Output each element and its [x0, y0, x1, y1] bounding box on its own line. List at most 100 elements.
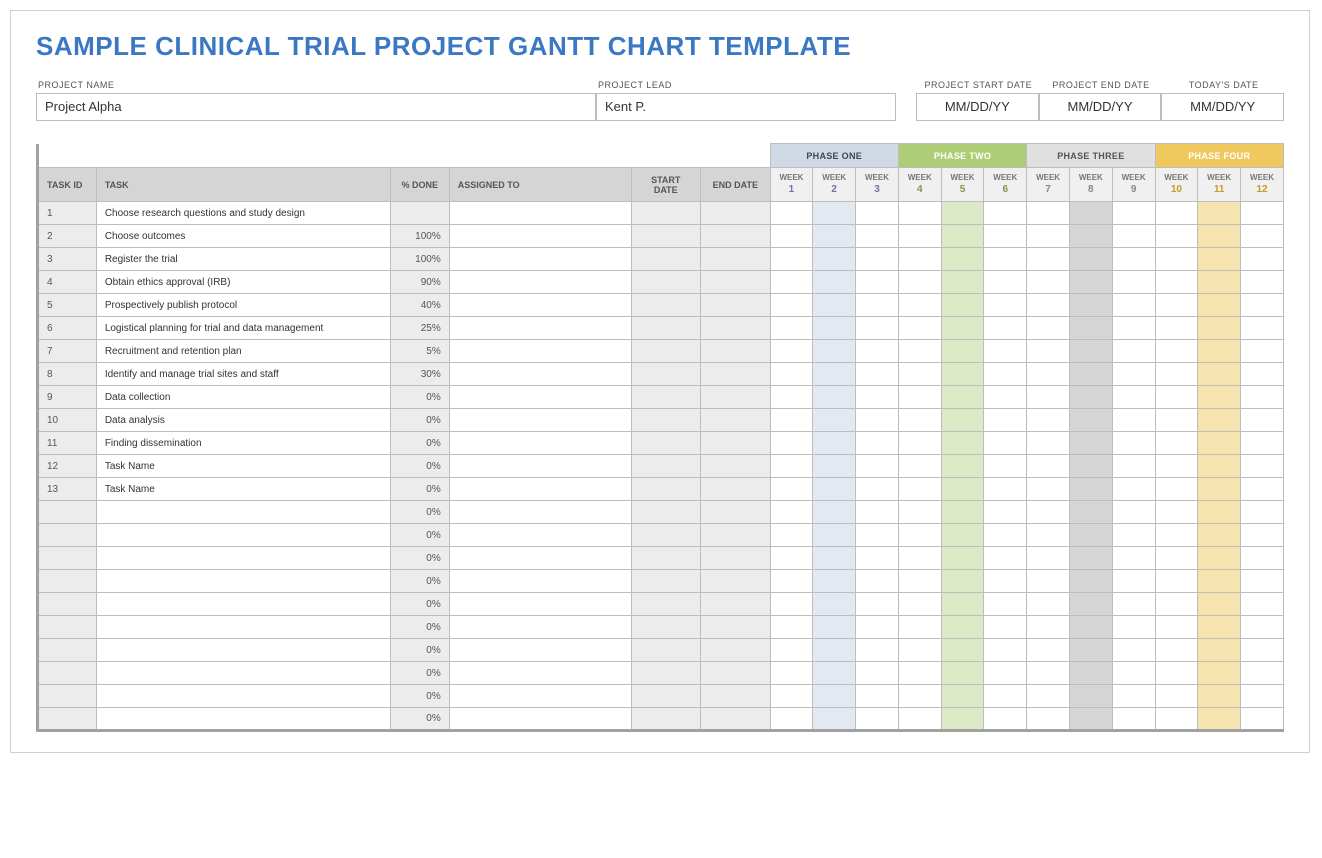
cell-task-name[interactable]: Task Name	[96, 478, 390, 501]
cell-start-date[interactable]	[631, 294, 701, 317]
cell-task-id[interactable]	[38, 547, 97, 570]
cell-end-date[interactable]	[701, 593, 771, 616]
cell-week-11[interactable]	[1198, 455, 1241, 478]
cell-week-4[interactable]	[898, 478, 941, 501]
cell-week-5[interactable]	[941, 524, 984, 547]
cell-week-6[interactable]	[984, 409, 1027, 432]
cell-task-id[interactable]: 9	[38, 386, 97, 409]
cell-week-6[interactable]	[984, 248, 1027, 271]
cell-week-8[interactable]	[1069, 386, 1112, 409]
cell-week-2[interactable]	[813, 639, 856, 662]
cell-week-9[interactable]	[1112, 386, 1155, 409]
task-row[interactable]: 4Obtain ethics approval (IRB)90%	[38, 271, 1284, 294]
cell-week-6[interactable]	[984, 639, 1027, 662]
cell-week-1[interactable]	[770, 363, 813, 386]
cell-assigned-to[interactable]	[449, 386, 631, 409]
cell-week-4[interactable]	[898, 294, 941, 317]
cell-end-date[interactable]	[701, 662, 771, 685]
cell-end-date[interactable]	[701, 570, 771, 593]
cell-start-date[interactable]	[631, 662, 701, 685]
cell-week-9[interactable]	[1112, 478, 1155, 501]
cell-week-12[interactable]	[1241, 340, 1284, 363]
cell-week-9[interactable]	[1112, 340, 1155, 363]
cell-week-5[interactable]	[941, 501, 984, 524]
cell-week-1[interactable]	[770, 708, 813, 731]
cell-pct-done[interactable]: 5%	[390, 340, 449, 363]
cell-week-10[interactable]	[1155, 225, 1198, 248]
cell-week-3[interactable]	[856, 432, 899, 455]
cell-week-2[interactable]	[813, 386, 856, 409]
cell-assigned-to[interactable]	[449, 294, 631, 317]
cell-end-date[interactable]	[701, 524, 771, 547]
cell-week-6[interactable]	[984, 432, 1027, 455]
cell-week-11[interactable]	[1198, 501, 1241, 524]
task-row[interactable]: 8Identify and manage trial sites and sta…	[38, 363, 1284, 386]
cell-week-10[interactable]	[1155, 639, 1198, 662]
cell-pct-done[interactable]: 0%	[390, 662, 449, 685]
cell-task-name[interactable]: Recruitment and retention plan	[96, 340, 390, 363]
cell-week-7[interactable]	[1027, 340, 1070, 363]
cell-week-12[interactable]	[1241, 685, 1284, 708]
cell-week-9[interactable]	[1112, 501, 1155, 524]
cell-week-9[interactable]	[1112, 317, 1155, 340]
cell-week-10[interactable]	[1155, 294, 1198, 317]
task-row[interactable]: 6Logistical planning for trial and data …	[38, 317, 1284, 340]
cell-week-6[interactable]	[984, 386, 1027, 409]
cell-task-id[interactable]: 5	[38, 294, 97, 317]
cell-week-7[interactable]	[1027, 409, 1070, 432]
cell-week-1[interactable]	[770, 248, 813, 271]
cell-week-3[interactable]	[856, 386, 899, 409]
cell-assigned-to[interactable]	[449, 248, 631, 271]
task-row[interactable]: 9Data collection0%	[38, 386, 1284, 409]
cell-week-9[interactable]	[1112, 409, 1155, 432]
cell-week-4[interactable]	[898, 455, 941, 478]
cell-assigned-to[interactable]	[449, 363, 631, 386]
cell-week-1[interactable]	[770, 639, 813, 662]
cell-start-date[interactable]	[631, 386, 701, 409]
cell-week-12[interactable]	[1241, 248, 1284, 271]
cell-week-2[interactable]	[813, 317, 856, 340]
cell-assigned-to[interactable]	[449, 662, 631, 685]
cell-week-12[interactable]	[1241, 202, 1284, 225]
cell-week-12[interactable]	[1241, 294, 1284, 317]
cell-week-2[interactable]	[813, 616, 856, 639]
cell-assigned-to[interactable]	[449, 317, 631, 340]
cell-start-date[interactable]	[631, 409, 701, 432]
cell-week-5[interactable]	[941, 363, 984, 386]
cell-start-date[interactable]	[631, 570, 701, 593]
cell-pct-done[interactable]: 0%	[390, 616, 449, 639]
cell-assigned-to[interactable]	[449, 547, 631, 570]
cell-week-12[interactable]	[1241, 363, 1284, 386]
cell-week-12[interactable]	[1241, 639, 1284, 662]
cell-week-11[interactable]	[1198, 248, 1241, 271]
cell-week-1[interactable]	[770, 547, 813, 570]
cell-week-6[interactable]	[984, 685, 1027, 708]
cell-task-id[interactable]: 11	[38, 432, 97, 455]
cell-week-1[interactable]	[770, 225, 813, 248]
cell-week-2[interactable]	[813, 570, 856, 593]
cell-task-id[interactable]	[38, 708, 97, 731]
cell-task-name[interactable]: Obtain ethics approval (IRB)	[96, 271, 390, 294]
task-row[interactable]: 11Finding dissemination0%	[38, 432, 1284, 455]
cell-week-4[interactable]	[898, 547, 941, 570]
cell-task-name[interactable]: Register the trial	[96, 248, 390, 271]
end-date-value[interactable]: MM/DD/YY	[1039, 93, 1162, 121]
cell-end-date[interactable]	[701, 547, 771, 570]
cell-pct-done[interactable]: 0%	[390, 685, 449, 708]
cell-task-name[interactable]	[96, 616, 390, 639]
cell-task-id[interactable]: 7	[38, 340, 97, 363]
cell-week-6[interactable]	[984, 363, 1027, 386]
cell-start-date[interactable]	[631, 202, 701, 225]
task-row[interactable]: 1Choose research questions and study des…	[38, 202, 1284, 225]
cell-week-6[interactable]	[984, 225, 1027, 248]
cell-week-7[interactable]	[1027, 616, 1070, 639]
cell-week-8[interactable]	[1069, 317, 1112, 340]
cell-start-date[interactable]	[631, 708, 701, 731]
cell-assigned-to[interactable]	[449, 455, 631, 478]
cell-week-8[interactable]	[1069, 593, 1112, 616]
cell-pct-done[interactable]: 0%	[390, 432, 449, 455]
cell-week-11[interactable]	[1198, 685, 1241, 708]
cell-assigned-to[interactable]	[449, 593, 631, 616]
cell-week-12[interactable]	[1241, 271, 1284, 294]
cell-week-12[interactable]	[1241, 570, 1284, 593]
